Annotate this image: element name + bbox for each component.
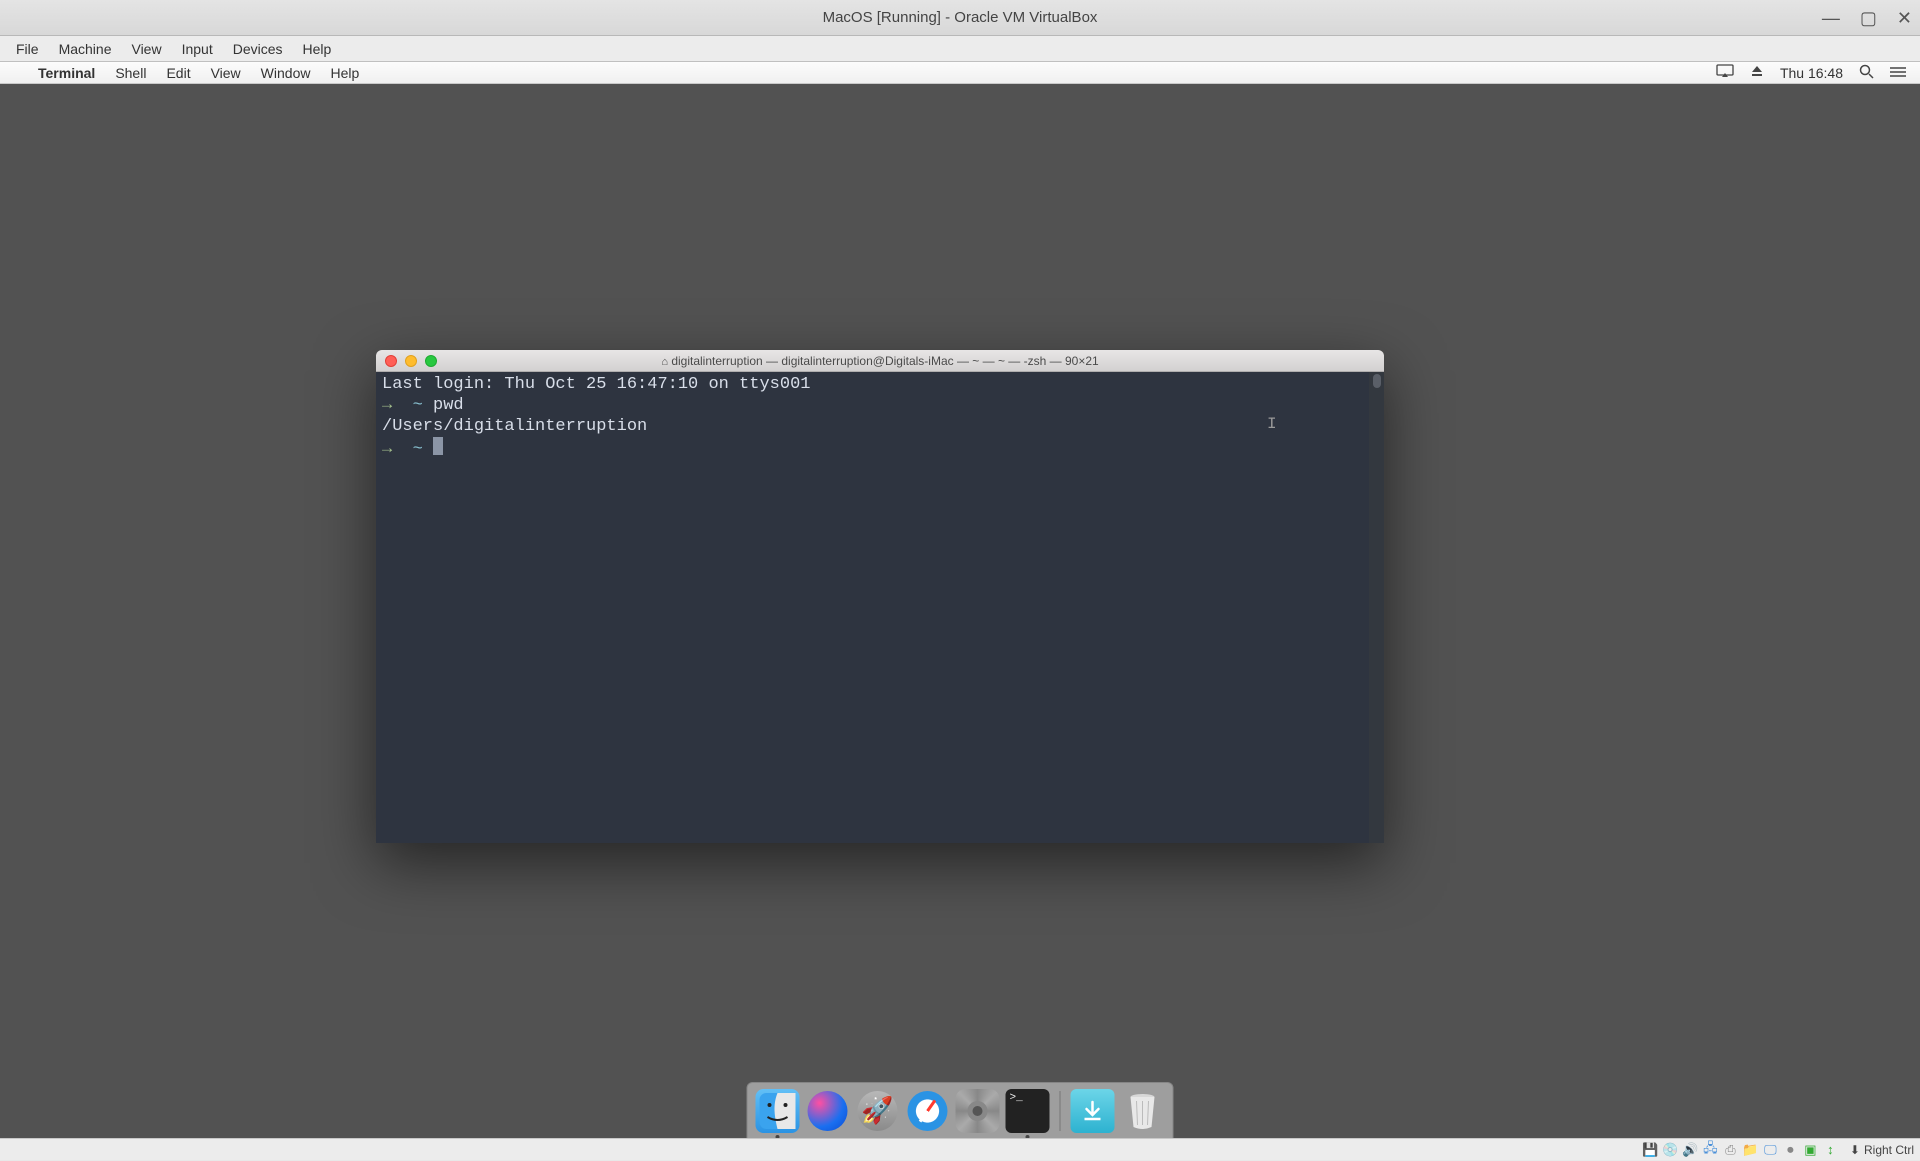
terminal-title-text: digitalinterruption — digitalinterruptio… [671, 354, 1098, 368]
mac-menu-edit[interactable]: Edit [156, 65, 200, 81]
vbox-menu-help[interactable]: Help [293, 41, 342, 57]
terminal-output-line-1: /Users/digitalinterruption [382, 416, 1378, 437]
macos-desktop[interactable]: ⌂ digitalinterruption — digitalinterrupt… [0, 84, 1920, 1138]
mac-menu-shell[interactable]: Shell [105, 65, 156, 81]
vbox-recording-icon[interactable]: ⏺ [1783, 1142, 1798, 1157]
notification-center-icon[interactable] [1890, 65, 1906, 81]
window-zoom-button[interactable] [425, 355, 437, 367]
macos-menubar-left: Terminal Shell Edit View Window Help [8, 65, 369, 81]
dock-trash-icon[interactable] [1121, 1089, 1165, 1133]
maximize-button[interactable]: ▢ [1860, 8, 1877, 29]
macos-menubar-right: Thu 16:48 [1716, 64, 1912, 82]
dock-launchpad-icon[interactable]: 🚀 [856, 1089, 900, 1133]
terminal-title: ⌂ digitalinterruption — digitalinterrupt… [661, 354, 1098, 368]
eject-icon[interactable] [1750, 64, 1764, 81]
macos-menubar: Terminal Shell Edit View Window Help Thu… [0, 62, 1920, 84]
vbox-cpu-icon[interactable]: ▣ [1803, 1142, 1818, 1157]
vbox-menu-input[interactable]: Input [172, 41, 223, 57]
hostkey-label: Right Ctrl [1864, 1143, 1914, 1157]
dock-terminal-icon[interactable]: >_ [1006, 1089, 1050, 1133]
terminal-body[interactable]: Last login: Thu Oct 25 16:47:10 on ttys0… [376, 372, 1384, 843]
airplay-icon[interactable] [1716, 64, 1734, 81]
vbox-hostkey-indicator: ⬇ Right Ctrl [1850, 1143, 1914, 1157]
vbox-mouse-integration-icon[interactable]: ↕ [1823, 1142, 1838, 1157]
window-close-button[interactable] [385, 355, 397, 367]
text-cursor-icon: I [1267, 414, 1277, 435]
vbox-usb-icon[interactable]: ⎙ [1723, 1142, 1738, 1157]
vbox-menu-view[interactable]: View [121, 41, 171, 57]
vbox-display-icon[interactable]: 🖵 [1763, 1142, 1778, 1157]
vbox-shared-folder-icon[interactable]: 📁 [1743, 1142, 1758, 1157]
dock: 🚀 >_ [747, 1082, 1174, 1138]
vbox-status-icons: 💾 💿 🔊 🖧 ⎙ 📁 🖵 ⏺ ▣ ↕ [1643, 1142, 1838, 1157]
dock-downloads-icon[interactable] [1071, 1089, 1115, 1133]
vbox-menu-file[interactable]: File [6, 41, 49, 57]
terminal-scrollbar[interactable] [1369, 372, 1384, 843]
terminal-scrollbar-thumb[interactable] [1373, 374, 1381, 388]
mac-menu-view[interactable]: View [201, 65, 251, 81]
dock-separator [1060, 1091, 1061, 1131]
virtualbox-statusbar: 💾 💿 🔊 🖧 ⎙ 📁 🖵 ⏺ ▣ ↕ ⬇ Right Ctrl [0, 1138, 1920, 1160]
vbox-menu-devices[interactable]: Devices [223, 41, 293, 57]
vbox-audio-icon[interactable]: 🔊 [1683, 1142, 1698, 1157]
virtualbox-titlebar: MacOS [Running] - Oracle VM VirtualBox —… [0, 0, 1920, 36]
spotlight-icon[interactable] [1859, 64, 1874, 82]
mac-menu-help[interactable]: Help [320, 65, 369, 81]
mac-menu-window[interactable]: Window [251, 65, 321, 81]
traffic-lights [376, 355, 437, 367]
terminal-line-last-login: Last login: Thu Oct 25 16:47:10 on ttys0… [382, 374, 1378, 395]
dock-system-preferences-icon[interactable] [956, 1089, 1000, 1133]
window-minimize-button[interactable] [405, 355, 417, 367]
app-name-menu[interactable]: Terminal [28, 65, 105, 81]
terminal-titlebar[interactable]: ⌂ digitalinterruption — digitalinterrupt… [376, 350, 1384, 372]
vbox-menu-machine[interactable]: Machine [49, 41, 122, 57]
terminal-window: ⌂ digitalinterruption — digitalinterrupt… [376, 350, 1384, 843]
macos-guest-display: Terminal Shell Edit View Window Help Thu… [0, 62, 1920, 1138]
virtualbox-window-controls: — ▢ ✕ [1822, 0, 1912, 36]
virtualbox-menubar: File Machine View Input Devices Help [0, 36, 1920, 62]
terminal-prompt-line-2: → ~ [382, 437, 1378, 460]
dock-safari-icon[interactable] [906, 1089, 950, 1133]
virtualbox-window-title: MacOS [Running] - Oracle VM VirtualBox [823, 9, 1098, 26]
terminal-cursor [433, 437, 443, 455]
close-button[interactable]: ✕ [1897, 8, 1912, 29]
vbox-network-icon[interactable]: 🖧 [1703, 1142, 1718, 1157]
home-icon: ⌂ [661, 356, 668, 368]
menubar-clock[interactable]: Thu 16:48 [1780, 65, 1843, 81]
minimize-button[interactable]: — [1822, 8, 1840, 29]
vbox-harddisk-icon[interactable]: 💾 [1643, 1142, 1658, 1157]
dock-finder-icon[interactable] [756, 1089, 800, 1133]
terminal-prompt-line-1: → ~ pwd [382, 395, 1378, 416]
dock-siri-icon[interactable] [806, 1089, 850, 1133]
hostkey-arrow-icon: ⬇ [1850, 1143, 1860, 1157]
vbox-optical-icon[interactable]: 💿 [1663, 1142, 1678, 1157]
